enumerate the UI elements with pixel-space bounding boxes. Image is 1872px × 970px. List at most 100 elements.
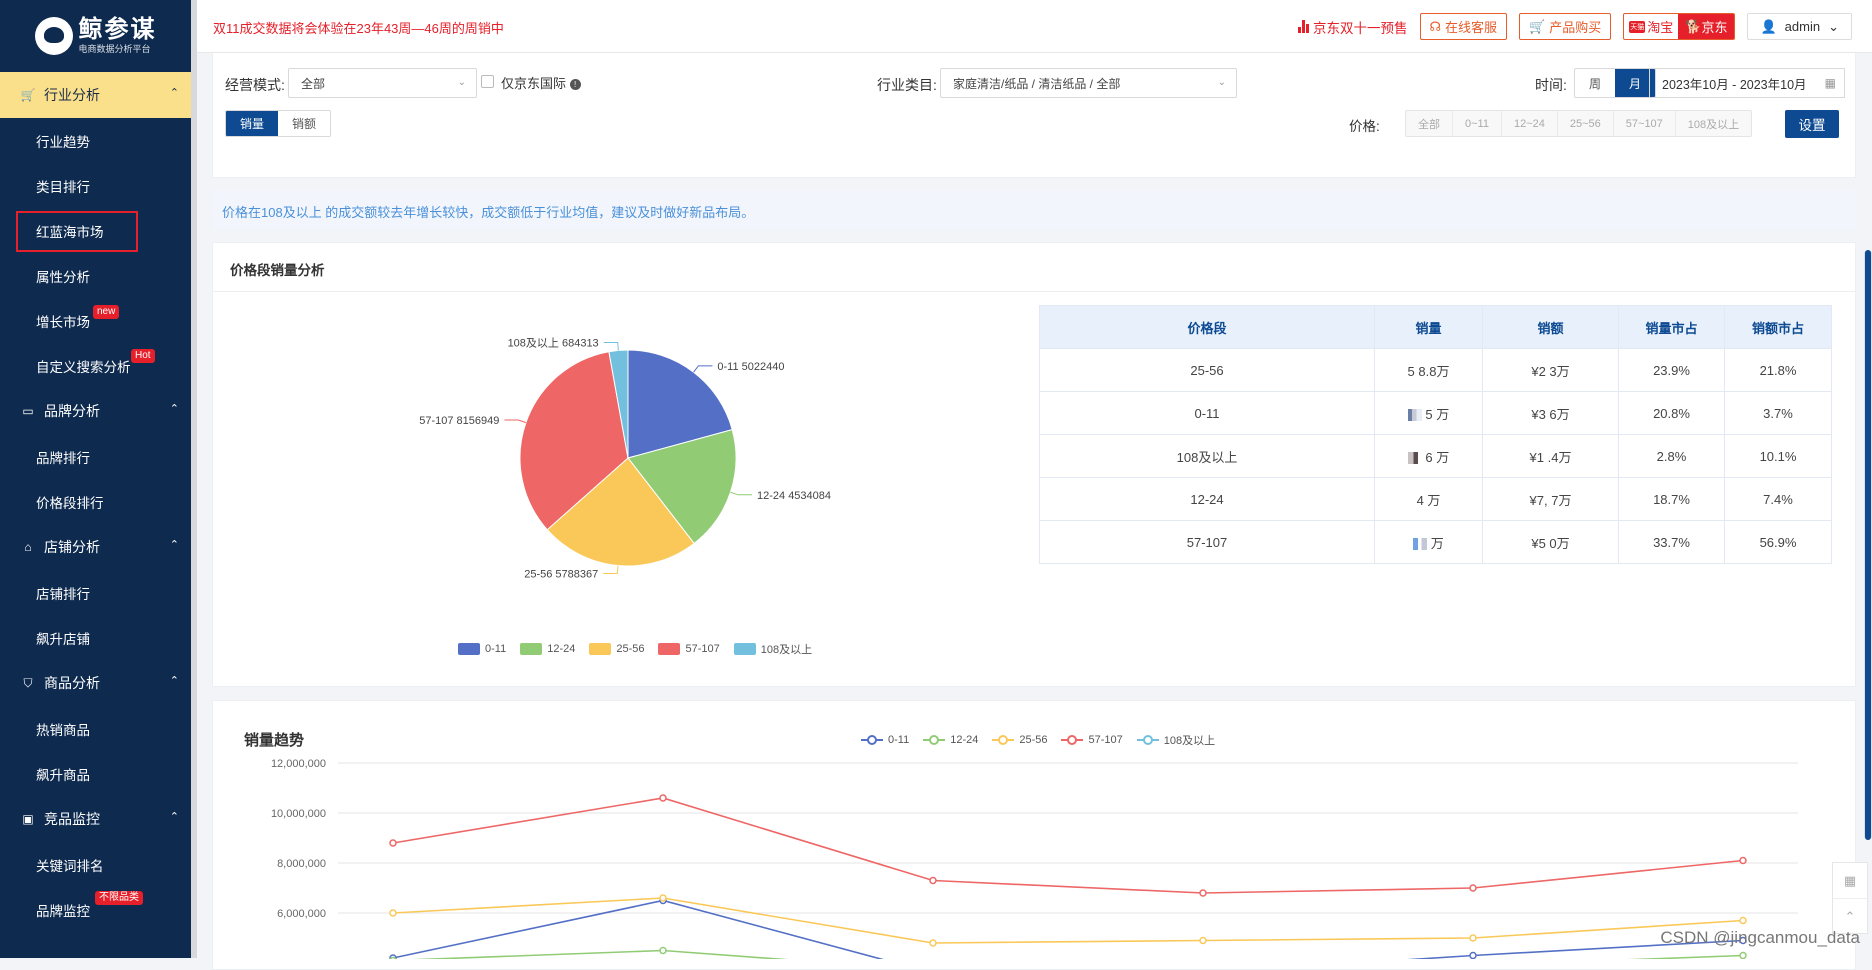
legend-swatch	[589, 643, 612, 655]
sidebar-item-rising-shop[interactable]: 飙升店铺	[0, 615, 191, 660]
sidebar-item-label: 价格段排行	[36, 495, 104, 511]
price-option-108-up[interactable]: 108及以上	[1676, 111, 1751, 136]
sidebar-item-custom-search[interactable]: 自定义搜索分析 Hot	[0, 343, 191, 388]
info-icon[interactable]: !	[569, 79, 581, 91]
trend-card: 销量趋势 0-11 12-24 25-56 57-107 108及以上 4,00…	[212, 700, 1856, 970]
legend-item[interactable]: 108及以上	[733, 641, 812, 657]
metric-toggle: 销量 销额	[225, 110, 332, 137]
online-service-button[interactable]: ☊ 在线客服	[1419, 13, 1508, 40]
presale-link[interactable]: 京东双十一预售	[1298, 17, 1408, 37]
cell-amount-text: ¥2 3万	[1531, 363, 1570, 379]
series-point	[929, 876, 937, 885]
buy-product-button[interactable]: 🛒 产品购买	[1519, 13, 1612, 40]
series-point	[659, 794, 667, 802]
cell-amount: ¥2 3万	[1482, 348, 1619, 392]
col-volume[interactable]: 销量	[1374, 305, 1483, 349]
sidebar-item-rising-goods[interactable]: 飙升商品	[0, 751, 191, 796]
price-option-57-107[interactable]: 57~107	[1614, 111, 1676, 136]
blur-mosaic	[1407, 452, 1422, 465]
sidebar-group-shop[interactable]: ⌂ 店铺分析 ⌃	[0, 524, 191, 570]
week-tab[interactable]: 周	[1575, 69, 1615, 97]
grid-icon[interactable]: ▦	[1833, 863, 1867, 899]
settings-button[interactable]: 设置	[1785, 110, 1839, 138]
legend-item[interactable]: 25-56	[589, 643, 644, 655]
buy-label: 产品购买	[1549, 20, 1602, 35]
sidebar-item-keyword-rank[interactable]: 关键词排名	[0, 842, 191, 887]
sidebar-item-label: 增长市场	[36, 314, 90, 330]
col-volume-share[interactable]: 销量市占	[1618, 305, 1725, 349]
category-select[interactable]: 家庭清洁/纸品 / 清洁纸品 / 全部 ⌄	[940, 68, 1237, 98]
sidebar-group-competitor[interactable]: ▣ 竞品监控 ⌃	[0, 796, 191, 842]
series-point	[1469, 884, 1477, 892]
sidebar-item-brand-rank[interactable]: 品牌排行	[0, 434, 191, 479]
pie-data-label: 25-56 5788367	[524, 568, 598, 580]
table-row[interactable]: 0-11 5 万 ¥3 6万 20.8% 3.7%	[1039, 391, 1832, 435]
sidebar-group-brand[interactable]: ▭ 品牌分析 ⌃	[0, 388, 191, 434]
page-scrollbar[interactable]	[1864, 250, 1872, 840]
trend-line-chart: 4,000,000 6,000,000 8,000,000 10,000,000 12,…	[271, 758, 1798, 959]
table-row[interactable]: 108及以上 6 万 ¥1 .4万 2.8% 10.1%	[1039, 434, 1832, 478]
sidebar-item-label: 自定义搜索分析	[36, 359, 131, 375]
cell-volume: 4 万	[1374, 477, 1483, 521]
legend-item[interactable]: 57-107	[658, 643, 720, 655]
cart-icon: 🛒	[20, 88, 36, 102]
sidebar-group-industry[interactable]: 🛒 行业分析 ⌃	[0, 72, 191, 118]
tab-amount[interactable]: 销额	[278, 111, 330, 136]
bag-icon: ⛉	[23, 675, 33, 690]
sidebar-item-category-rank[interactable]: 类目排行	[0, 163, 191, 208]
category-label: 行业类目:	[877, 77, 937, 93]
legend-item[interactable]: 12-24	[520, 643, 575, 655]
platform-switch[interactable]: 天猫 淘宝 🐕 京东	[1623, 13, 1736, 40]
sidebar-item-hot-goods[interactable]: 热销商品	[0, 706, 191, 751]
sidebar-item-brand-monitor[interactable]: 品牌监控 不限品类	[0, 887, 191, 932]
legend-item[interactable]: 0-11	[458, 643, 506, 655]
col-amount[interactable]: 销额	[1482, 305, 1619, 349]
sidebar-item-attribute-analysis[interactable]: 属性分析	[0, 253, 191, 298]
jd-intl-checkbox[interactable]	[481, 75, 494, 88]
brand-logo[interactable]: 鲸参谋 电商数据分析平台	[0, 0, 191, 72]
sidebar-scrollbar[interactable]	[191, 0, 197, 958]
table-row[interactable]: 12-24 4 万 ¥7, 7万 18.7% 7.4%	[1039, 477, 1832, 521]
series-point	[659, 894, 667, 902]
sidebar-item-price-rank[interactable]: 价格段排行	[0, 479, 191, 524]
cell-segment: 12-24	[1039, 477, 1375, 521]
floating-tools: ▦ ⌃	[1832, 862, 1868, 934]
table-row[interactable]: 25-56 5 8.8万 ¥2 3万 23.9% 21.8%	[1039, 348, 1832, 392]
bar-chart-icon	[1298, 20, 1309, 33]
table-header-row: 价格段 销量 销额 销量市占 销额市占	[1039, 305, 1832, 349]
tab-volume[interactable]: 销量	[226, 111, 279, 136]
price-option-25-56[interactable]: 25~56	[1558, 111, 1614, 136]
table-row[interactable]: 57-107 万 ¥5 0万 33.7% 56.9%	[1039, 520, 1832, 564]
jd-option[interactable]: 🐕 京东	[1678, 14, 1735, 39]
cell-volume-share: 23.9%	[1618, 348, 1725, 392]
cell-volume-share: 2.8%	[1618, 434, 1725, 478]
date-range-input[interactable]: 2023年10月 - 2023年10月 ▦	[1649, 68, 1845, 98]
cell-volume: 6 万	[1374, 434, 1483, 478]
sidebar-item-shop-rank[interactable]: 店铺排行	[0, 570, 191, 615]
cell-segment: 108及以上	[1039, 434, 1375, 478]
sidebar-group-goods[interactable]: ⛉ 商品分析 ⌃	[0, 660, 191, 706]
price-segment-card: 价格段销量分析 0-11 5022440 12-24 4534084 25-56 5…	[212, 242, 1856, 687]
pie-leader-line	[603, 565, 619, 574]
series-point	[1739, 856, 1747, 865]
blur-mosaic	[1407, 409, 1422, 422]
col-amount-share[interactable]: 销额市占	[1724, 305, 1832, 349]
sidebar-item-industry-trend[interactable]: 行业趋势	[0, 118, 191, 163]
cell-volume: 5 万	[1374, 391, 1483, 435]
sidebar-item-growth-market[interactable]: 增长市场 new	[0, 298, 191, 343]
date-range-value: 2023年10月 - 2023年10月	[1662, 77, 1807, 92]
sidebar-item-label: 属性分析	[36, 269, 90, 285]
mode-label: 经营模式:	[225, 77, 285, 93]
pie-data-label: 0-11 5022440	[717, 361, 784, 373]
pie-legend: 0-11 12-24 25-56 57-107 108及以上	[458, 641, 812, 657]
sidebar-group-label: 品牌分析	[44, 403, 100, 419]
col-segment[interactable]: 价格段	[1039, 305, 1375, 349]
price-option-all[interactable]: 全部	[1406, 111, 1453, 136]
price-option-12-24[interactable]: 12~24	[1502, 111, 1558, 136]
sidebar-item-label: 品牌监控	[36, 903, 90, 919]
price-option-0-11[interactable]: 0~11	[1453, 111, 1502, 136]
taobao-option[interactable]: 天猫 淘宝	[1624, 17, 1679, 36]
user-menu[interactable]: 👤 admin ⌄	[1747, 13, 1852, 40]
category-value: 家庭清洁/纸品 / 清洁纸品 / 全部	[953, 76, 1121, 91]
mode-select[interactable]: 全部 ⌄	[288, 68, 477, 98]
